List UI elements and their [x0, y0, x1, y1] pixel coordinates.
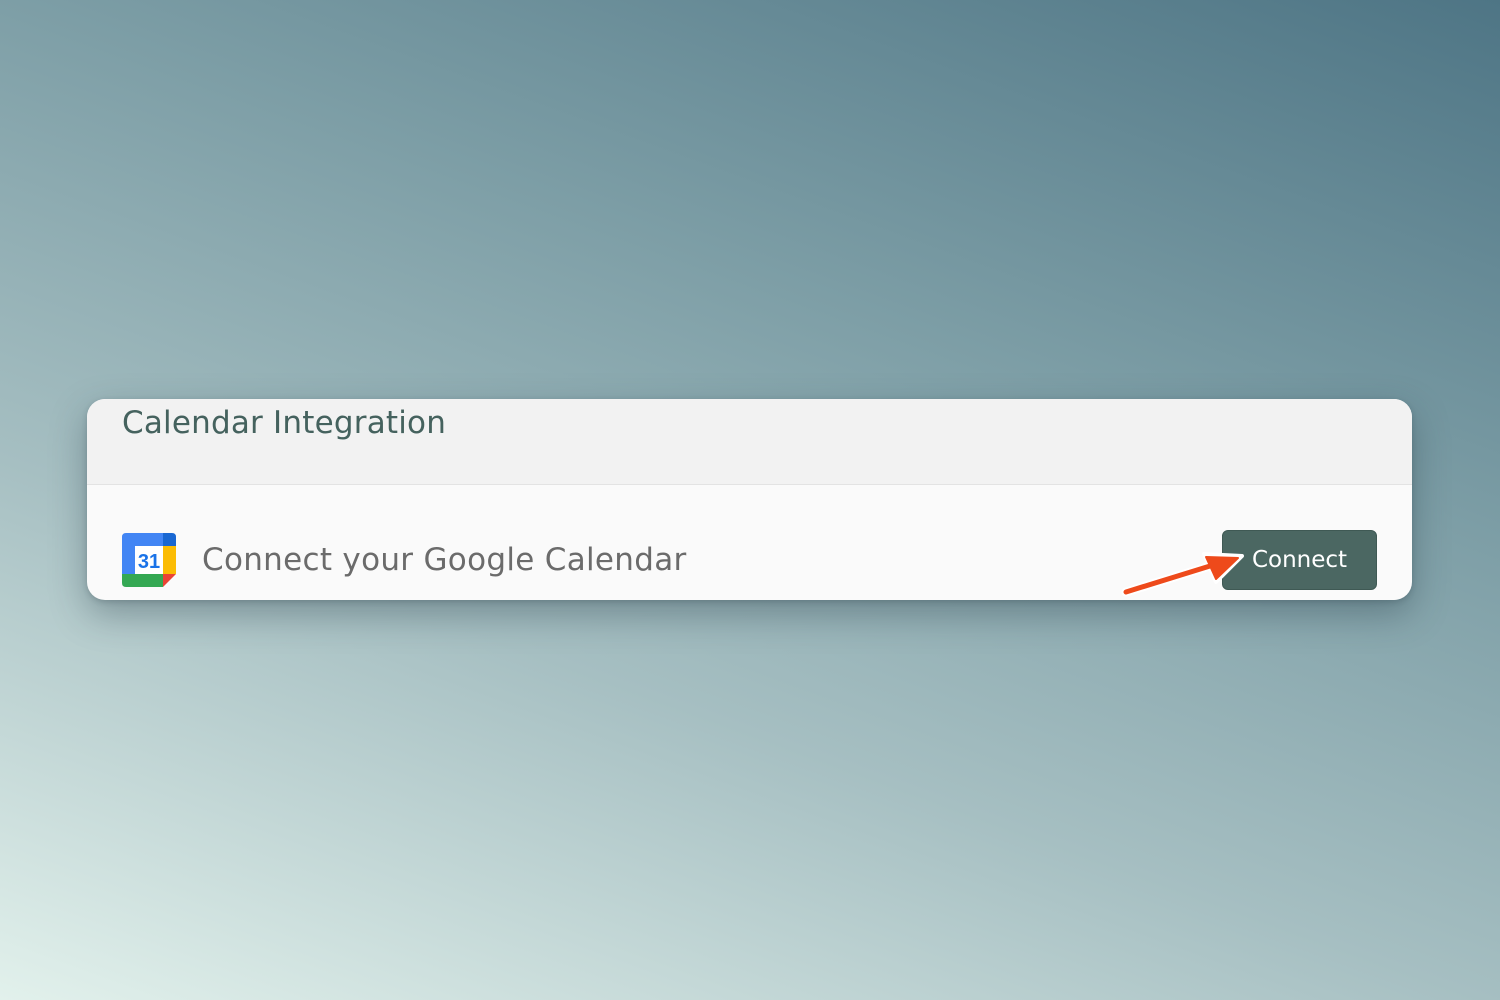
- card-title: Calendar Integration: [122, 405, 447, 441]
- integration-label: Connect your Google Calendar: [202, 542, 687, 578]
- connect-button[interactable]: Connect: [1222, 530, 1377, 590]
- integration-row: 31 Connect your Google Calendar Connect: [87, 485, 1412, 600]
- calendar-day-number: 31: [138, 551, 160, 573]
- google-calendar-icon: 31: [122, 533, 176, 587]
- card-header: Calendar Integration: [87, 399, 1412, 485]
- calendar-integration-card: Calendar Integration 31 Connect your Goo…: [87, 399, 1412, 600]
